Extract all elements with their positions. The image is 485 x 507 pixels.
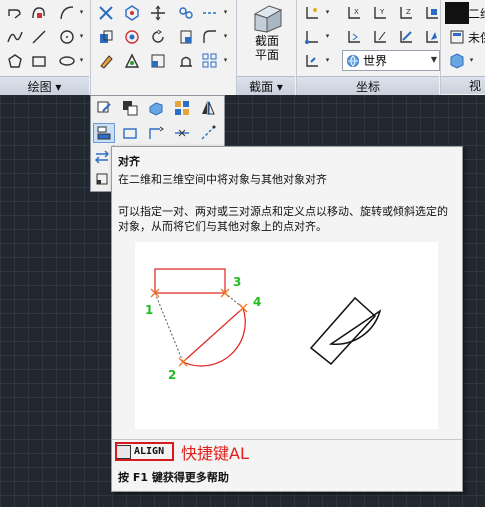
stretch-icon[interactable] bbox=[119, 123, 141, 143]
extrude-face-icon[interactable] bbox=[145, 98, 167, 118]
section-plane-button[interactable]: 截面 平面 bbox=[242, 2, 292, 72]
result-rectangle bbox=[309, 296, 377, 366]
section-panel-title[interactable]: 截面 ▾ bbox=[237, 76, 295, 95]
orbit-icon[interactable] bbox=[146, 26, 170, 48]
point-label-2: 2 bbox=[168, 368, 176, 382]
fillet-icon[interactable] bbox=[198, 26, 222, 48]
globe-icon bbox=[347, 54, 359, 67]
circle-dropdown[interactable]: ▾ bbox=[78, 26, 85, 46]
panel-divider bbox=[90, 0, 91, 95]
lengthen-icon[interactable] bbox=[197, 123, 219, 143]
tooltip-short-desc: 在二维和三维空间中将对象与其他对象对齐 bbox=[118, 173, 327, 186]
mirror-icon[interactable] bbox=[197, 98, 219, 118]
scale-icon[interactable] bbox=[146, 50, 170, 72]
circle-icon[interactable] bbox=[55, 26, 79, 48]
spline-icon[interactable] bbox=[27, 2, 51, 24]
ellipse-icon[interactable] bbox=[55, 50, 79, 72]
move-icon[interactable] bbox=[146, 2, 170, 24]
cube-view-dropdown[interactable]: ▾ bbox=[468, 50, 475, 70]
modify-flyout bbox=[90, 95, 225, 147]
draw-panel-title[interactable]: 绘图 ▾ bbox=[0, 76, 89, 95]
marker-2 bbox=[178, 357, 188, 367]
section-plane-label-1: 截面 bbox=[254, 34, 279, 48]
arc-dropdown[interactable]: ▾ bbox=[78, 2, 85, 22]
ucs-3point-icon[interactable] bbox=[300, 50, 324, 72]
source-half-disc bbox=[182, 306, 246, 367]
break-icon[interactable] bbox=[198, 2, 222, 24]
point-label-1: 1 bbox=[145, 303, 153, 317]
rotate3d-icon[interactable] bbox=[120, 2, 144, 24]
offset-icon[interactable] bbox=[145, 123, 167, 143]
reference-icon[interactable] bbox=[91, 169, 113, 189]
ucs-combo[interactable]: 世界 ▼ bbox=[342, 50, 440, 71]
svg-text:Z: Z bbox=[406, 8, 411, 16]
swap-icon[interactable] bbox=[91, 147, 113, 167]
erase-icon[interactable] bbox=[94, 50, 118, 72]
array-dropdown[interactable]: ▾ bbox=[222, 50, 229, 70]
view-panel-title[interactable]: 视 bbox=[441, 76, 485, 94]
ucs-combo-value: 世界 bbox=[363, 54, 388, 68]
ellipse-dropdown[interactable]: ▾ bbox=[78, 50, 85, 70]
ucs-view-icon[interactable] bbox=[368, 26, 392, 48]
source-rectangle bbox=[154, 268, 226, 294]
marker-4 bbox=[238, 303, 248, 313]
align-diagram: 1 2 3 4 bbox=[145, 268, 382, 382]
polygon-icon[interactable] bbox=[3, 50, 27, 72]
ucs-icon[interactable] bbox=[300, 2, 324, 24]
tooltip-long-desc: 可以指定一对、两对或三对源点和定义点以移动、旋转或倾斜选定的对象，从而将它们与其… bbox=[118, 205, 448, 233]
link-icon[interactable] bbox=[174, 2, 198, 24]
edit-polyline-icon[interactable] bbox=[93, 98, 115, 118]
cube-view-icon[interactable] bbox=[445, 50, 469, 72]
view-saved-label: 未保 bbox=[468, 31, 485, 45]
shortcut-annotation: 快捷键AL bbox=[181, 444, 249, 463]
ucs-z-icon[interactable]: Z bbox=[394, 2, 418, 24]
arc-icon[interactable] bbox=[55, 2, 79, 24]
ribbon: ▾ ▾ ▾ ▾ ▾ ▾ 截面 平面 ▾ ▾ ▾ X Y Z 世界 ▼ 二 未 ▾… bbox=[0, 0, 485, 96]
layer-tools-icon[interactable] bbox=[171, 98, 193, 118]
modify-dropdown[interactable]: ▾ bbox=[222, 2, 229, 22]
tooltip-illustration: 1 2 3 4 bbox=[135, 242, 438, 429]
section-plane-label-2: 平面 bbox=[254, 48, 279, 62]
ucs-zaxis-icon[interactable] bbox=[394, 26, 418, 48]
ucs-previous-icon[interactable] bbox=[342, 26, 366, 48]
tooltip-title: 对齐 bbox=[118, 155, 140, 168]
svg-text:X: X bbox=[354, 8, 359, 16]
align-icon[interactable] bbox=[93, 123, 115, 143]
array-icon[interactable] bbox=[174, 50, 198, 72]
align-tooltip: 对齐 在二维和三维空间中将对象与其他对象对齐 可以指定一对、两对或三对源点和定义… bbox=[111, 146, 463, 492]
extend-icon[interactable] bbox=[171, 123, 193, 143]
visual-style-label: 二维 bbox=[468, 7, 485, 21]
view-saved-icon[interactable] bbox=[445, 26, 469, 48]
command-highlight bbox=[115, 442, 174, 461]
spline-fit-icon[interactable] bbox=[3, 26, 27, 48]
ucs-y-icon[interactable]: Y bbox=[368, 2, 392, 24]
polyline-icon[interactable] bbox=[3, 2, 27, 24]
chevron-down-icon: ▼ bbox=[430, 55, 437, 64]
section-plane-icon bbox=[253, 5, 283, 33]
shade-icon[interactable] bbox=[174, 26, 198, 48]
point-label-3: 3 bbox=[233, 275, 241, 289]
guide-line-1 bbox=[154, 292, 184, 363]
copy-object-icon[interactable] bbox=[119, 98, 141, 118]
ucs-x-icon[interactable]: X bbox=[342, 2, 366, 24]
fillet-dropdown[interactable]: ▾ bbox=[222, 26, 229, 46]
point-markers bbox=[150, 288, 248, 367]
ucs-origin-dropdown[interactable]: ▾ bbox=[324, 26, 331, 46]
explode-icon[interactable] bbox=[94, 2, 118, 24]
line-icon[interactable] bbox=[27, 26, 51, 48]
rectangle-icon[interactable] bbox=[27, 50, 51, 72]
help-hint: 按 F1 键获得更多帮助 bbox=[118, 471, 229, 484]
union-icon[interactable] bbox=[94, 26, 118, 48]
coords-panel-title[interactable]: 坐标 bbox=[297, 76, 439, 95]
mirror3d-icon[interactable] bbox=[120, 50, 144, 72]
svg-text:Y: Y bbox=[379, 8, 385, 16]
ucs-3point-dropdown[interactable]: ▾ bbox=[324, 50, 331, 70]
visual-style-icon[interactable] bbox=[445, 2, 469, 24]
ucs-dropdown[interactable]: ▾ bbox=[324, 2, 331, 22]
target-icon[interactable] bbox=[120, 26, 144, 48]
point-label-4: 4 bbox=[253, 295, 261, 309]
tooltip-divider bbox=[112, 439, 462, 440]
ucs-origin-icon[interactable] bbox=[300, 26, 324, 48]
grid-array-icon[interactable] bbox=[198, 50, 222, 72]
